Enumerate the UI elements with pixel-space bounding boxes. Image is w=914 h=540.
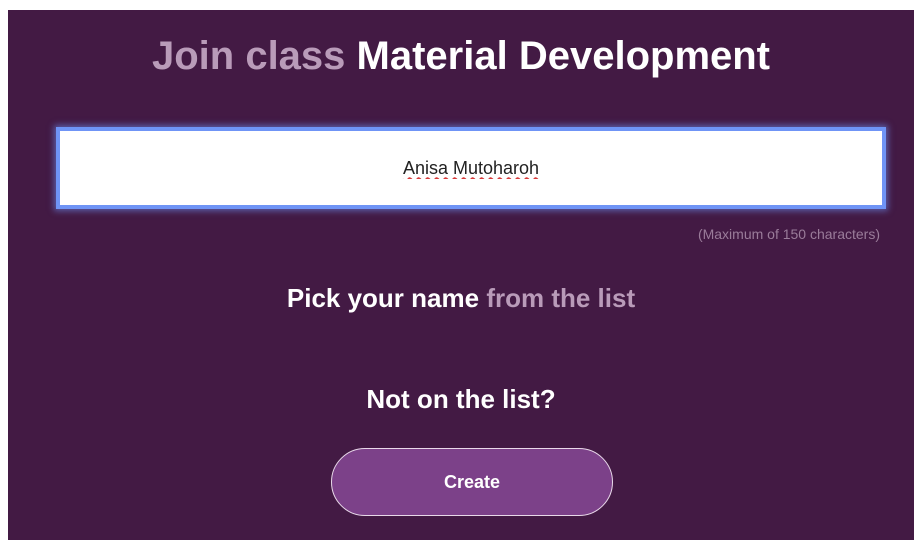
pick-name-muted: from the list: [486, 283, 636, 313]
class-name: Material Development: [356, 34, 771, 78]
name-input-container: [56, 127, 886, 209]
page-title: Join class Material Development: [8, 32, 914, 80]
join-class-panel: Join class Material Development (Maximum…: [8, 10, 914, 540]
pick-name-heading: Pick your name from the list: [8, 282, 914, 314]
name-input[interactable]: [60, 131, 882, 205]
max-characters-hint: (Maximum of 150 characters): [697, 226, 880, 242]
create-button[interactable]: Create: [331, 448, 613, 516]
title-prefix: Join class: [151, 34, 346, 78]
not-on-list-heading: Not on the list?: [366, 384, 556, 414]
pick-name-strong: Pick your name: [286, 283, 480, 313]
